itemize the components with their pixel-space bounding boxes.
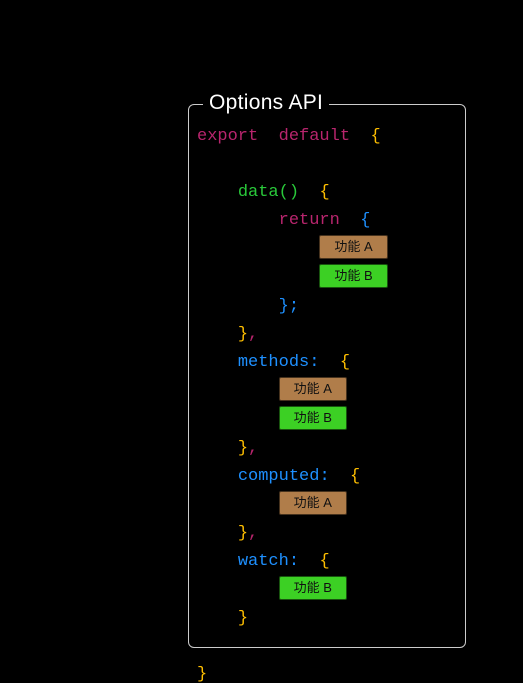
section-methods: methods: [238, 353, 309, 372]
kw-return: return: [279, 211, 340, 230]
paren-open: (: [279, 183, 289, 202]
paren-close: ): [289, 183, 299, 202]
options-api-panel: Options API export default { data() { re…: [188, 104, 466, 648]
brace-close-methods: }: [238, 439, 248, 458]
pill-feature-a: 功能 A: [279, 491, 347, 515]
colon-2: :: [319, 467, 329, 486]
kw-export: export: [197, 127, 258, 146]
pill-feature-b: 功能 B: [319, 264, 387, 288]
pill-feature-b: 功能 B: [279, 576, 347, 600]
section-watch: watch: [238, 552, 289, 571]
pill-feature-a: 功能 A: [279, 377, 347, 401]
brace-open-watch: {: [319, 552, 329, 571]
pill-feature-a: 功能 A: [319, 235, 387, 259]
brace-open-root: {: [370, 127, 380, 146]
brace-close-root: }: [197, 665, 207, 683]
brace-open-computed: {: [350, 467, 360, 486]
kw-default: default: [279, 127, 350, 146]
semicolon: ;: [289, 297, 299, 316]
brace-close-data: }: [238, 325, 248, 344]
colon-1: :: [309, 353, 319, 372]
comma-2: ,: [248, 439, 258, 458]
comma-3: ,: [248, 524, 258, 543]
brace-open-data: {: [319, 183, 329, 202]
panel-title: Options API: [203, 91, 329, 115]
pill-feature-b: 功能 B: [279, 406, 347, 430]
comma-1: ,: [248, 325, 258, 344]
brace-close-watch: }: [238, 609, 248, 628]
brace-close-return: }: [279, 297, 289, 316]
brace-close-computed: }: [238, 524, 248, 543]
code-block: export default { data() { return { 功能 A …: [197, 123, 388, 683]
colon-3: :: [289, 552, 299, 571]
brace-open-return: {: [360, 211, 370, 230]
section-data: data: [238, 183, 279, 202]
brace-open-methods: {: [340, 353, 350, 372]
section-computed: computed: [238, 467, 320, 486]
